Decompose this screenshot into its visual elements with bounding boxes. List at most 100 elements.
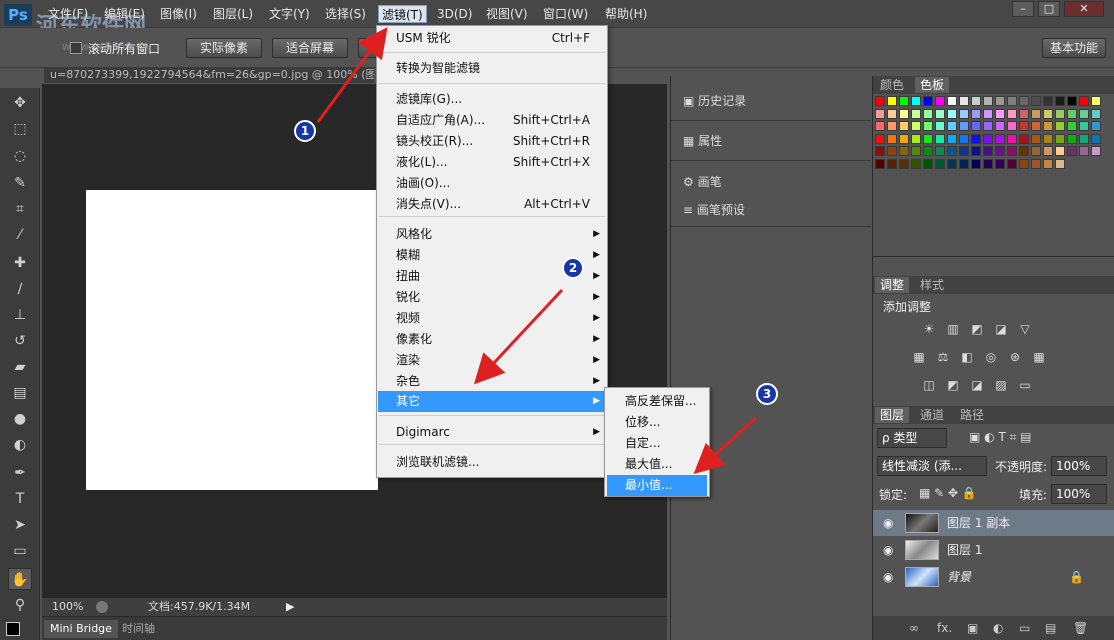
swatch-grid[interactable] <box>873 94 1114 194</box>
brush-tool-icon[interactable]: ∕ <box>8 278 32 300</box>
color-swatch[interactable] <box>1055 133 1065 144</box>
fill-screen-button[interactable] <box>358 38 378 58</box>
other-submenu-item[interactable]: 自定... <box>607 433 707 454</box>
actual-pixels-button[interactable]: 实际像素 <box>186 38 262 58</box>
color-swatch[interactable] <box>1019 146 1029 157</box>
shape-tool-icon[interactable]: ▭ <box>8 540 32 562</box>
fit-screen-button[interactable]: 适合屏幕 <box>272 38 348 58</box>
filter-menu-item[interactable]: 转换为智能滤镜 <box>378 58 606 79</box>
color-swatch[interactable] <box>1067 146 1077 157</box>
color-swatch[interactable] <box>1019 159 1029 169</box>
menu-layer[interactable]: 图层(L) <box>213 5 253 23</box>
document-canvas[interactable] <box>86 190 378 490</box>
foreground-color-swatch[interactable] <box>6 622 20 636</box>
workspace-button[interactable]: 基本功能 <box>1042 38 1106 58</box>
adjustment-layer-icon[interactable]: ◐ <box>993 616 1003 640</box>
color-swatch[interactable] <box>899 108 909 119</box>
menu-3d[interactable]: 3D(D) <box>437 5 472 23</box>
color-swatch[interactable] <box>911 108 921 119</box>
mask-icon[interactable]: ▣ <box>967 616 978 640</box>
color-swatch[interactable] <box>1031 133 1041 144</box>
color-swatch[interactable] <box>971 96 981 106</box>
color-swatch[interactable] <box>935 121 945 132</box>
color-swatch[interactable] <box>947 108 957 119</box>
color-swatch[interactable] <box>1007 108 1017 119</box>
color-swatch[interactable] <box>911 133 921 144</box>
filter-menu-item[interactable]: 油画(O)... <box>378 173 606 194</box>
other-submenu-item[interactable]: 最小值... <box>607 475 707 496</box>
threshold-icon[interactable]: ◪ <box>969 378 985 392</box>
menu-file[interactable]: 文件(F) <box>48 5 88 23</box>
color-swatch[interactable] <box>935 96 945 106</box>
color-swatch[interactable] <box>935 146 945 157</box>
layer-row[interactable]: ◉ 背景 🔒 <box>873 564 1114 590</box>
panel-brush[interactable]: ⚙ 画笔 <box>683 171 722 193</box>
color-swatch[interactable] <box>959 121 969 132</box>
filter-menu-item[interactable]: 视频 ▶ <box>378 308 606 329</box>
filter-menu-item[interactable]: 自适应广角(A)... Shift+Ctrl+A <box>378 110 606 131</box>
tab-paths[interactable]: 路径 <box>955 407 989 423</box>
history-brush-icon[interactable]: ↺ <box>8 330 32 352</box>
color-swatch[interactable] <box>1043 108 1053 119</box>
visibility-eye-icon[interactable]: ◉ <box>883 537 893 563</box>
panel-properties[interactable]: ▦ 属性 <box>683 130 722 152</box>
menu-type[interactable]: 文字(Y) <box>269 5 310 23</box>
panel-history[interactable]: ▣ 历史记录 <box>683 90 746 112</box>
color-swatch[interactable] <box>1007 133 1017 144</box>
color-swatch[interactable] <box>947 146 957 157</box>
color-swatch[interactable] <box>1031 146 1041 157</box>
color-swatch[interactable] <box>995 121 1005 132</box>
filter-menu-item[interactable]: USM 锐化 Ctrl+F <box>378 28 606 49</box>
color-swatch[interactable] <box>911 146 921 157</box>
lock-icons[interactable]: ▦ ✎ ✥ 🔒 <box>919 486 977 500</box>
filter-menu-item[interactable]: 渲染 ▶ <box>378 350 606 371</box>
type-tool-icon[interactable]: T <box>8 488 32 510</box>
tab-layers[interactable]: 图层 <box>875 407 910 423</box>
color-swatch[interactable] <box>887 146 897 157</box>
color-swatch[interactable] <box>1007 146 1017 157</box>
filter-menu-item[interactable]: 像素化 ▶ <box>378 329 606 350</box>
menu-filter[interactable]: 滤镜(T) <box>378 5 427 23</box>
gradient-tool-icon[interactable]: ▤ <box>8 382 32 404</box>
color-swatch[interactable] <box>935 159 945 169</box>
layer-filter-icons[interactable]: ▣ ◐ T ⌗ ▤ <box>969 430 1032 445</box>
color-swatch[interactable] <box>1007 121 1017 132</box>
color-swatch[interactable] <box>875 159 885 169</box>
other-submenu-item[interactable]: 高反差保留... <box>607 391 707 412</box>
color-swatch[interactable] <box>875 96 885 106</box>
color-swatch[interactable] <box>1031 96 1041 106</box>
visibility-eye-icon[interactable]: ◉ <box>883 564 893 590</box>
tab-styles[interactable]: 样式 <box>915 277 949 293</box>
pen-tool-icon[interactable]: ✒ <box>8 462 32 484</box>
filter-menu-item[interactable]: 风格化 ▶ <box>378 224 606 245</box>
filter-menu-item[interactable]: 杂色 ▶ <box>378 371 606 392</box>
color-swatch[interactable] <box>1043 133 1053 144</box>
color-swatch[interactable] <box>1007 159 1017 169</box>
color-swatch[interactable] <box>887 159 897 169</box>
color-swatch[interactable] <box>995 96 1005 106</box>
color-swatch[interactable] <box>1043 159 1053 169</box>
levels-icon[interactable]: ▥ <box>945 322 961 336</box>
filter-menu-item[interactable]: 其它 ▶ <box>378 391 606 412</box>
color-swatch[interactable] <box>1079 146 1089 157</box>
color-swatch[interactable] <box>1067 108 1077 119</box>
color-swatch[interactable] <box>923 133 933 144</box>
color-swatch[interactable] <box>983 96 993 106</box>
color-swatch[interactable] <box>1031 121 1041 132</box>
color-swatch[interactable] <box>1031 108 1041 119</box>
menu-window[interactable]: 窗口(W) <box>543 5 588 23</box>
color-swatch[interactable] <box>1079 121 1089 132</box>
move-tool-icon[interactable]: ✥ <box>8 92 32 114</box>
color-swatch[interactable] <box>995 159 1005 169</box>
zoom-level[interactable]: 100% <box>52 598 83 616</box>
color-swatch[interactable] <box>1091 121 1101 132</box>
tab-timeline[interactable]: 时间轴 <box>116 620 161 638</box>
color-swatch[interactable] <box>947 159 957 169</box>
color-swatch[interactable] <box>959 146 969 157</box>
color-swatch[interactable] <box>887 96 897 106</box>
color-swatch[interactable] <box>971 108 981 119</box>
color-swatch[interactable] <box>983 146 993 157</box>
color-swatch[interactable] <box>995 146 1005 157</box>
selective-color-icon[interactable]: ▭ <box>1017 378 1033 392</box>
eraser-tool-icon[interactable]: ▰ <box>8 356 32 378</box>
